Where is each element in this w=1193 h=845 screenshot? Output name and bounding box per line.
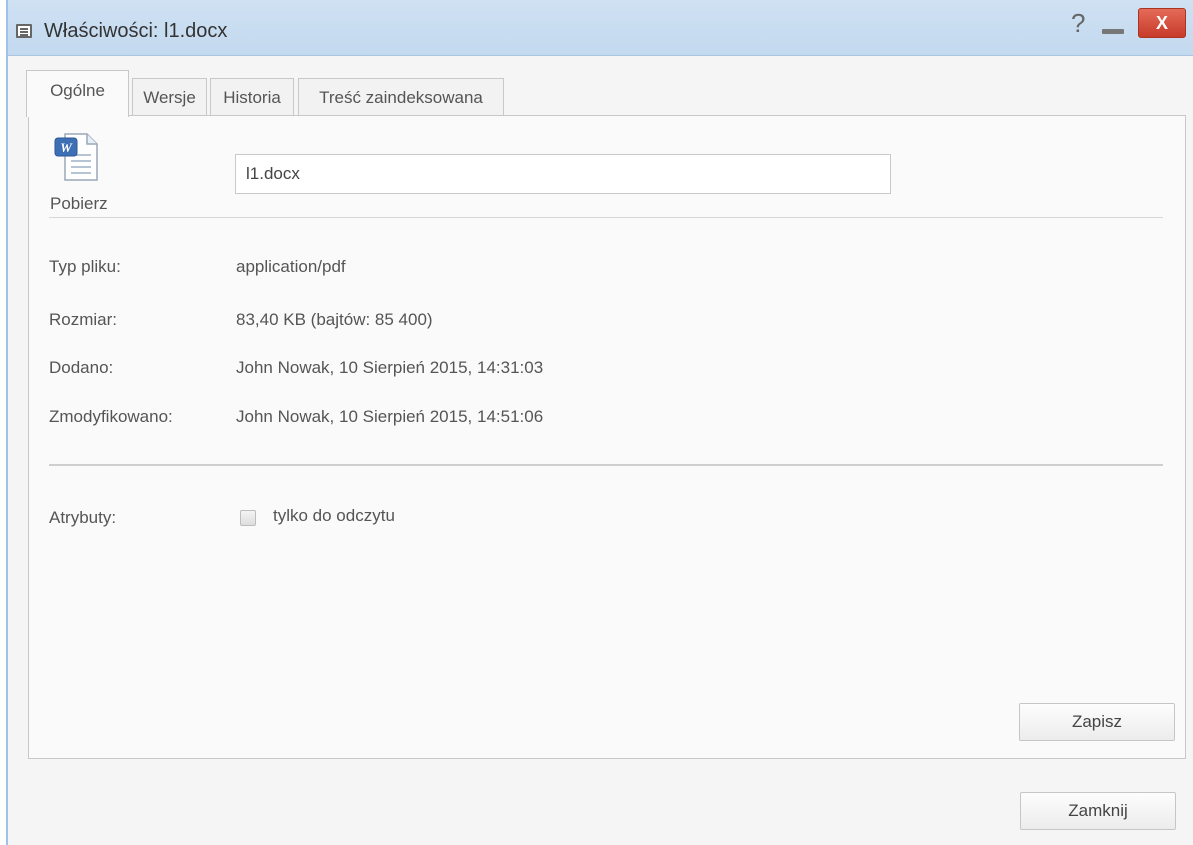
close-window-button[interactable]: X (1138, 8, 1186, 38)
size-value: 83,40 KB (bajtów: 85 400) (236, 310, 433, 329)
properties-window: Właściwości: l1.docx ? X Ogólne Wersje H… (6, 0, 1193, 845)
window-title: Właściwości: l1.docx (44, 20, 228, 42)
save-button[interactable]: Zapisz (1019, 703, 1175, 741)
attributes-label: Atrybuty: (49, 508, 117, 527)
minimize-icon[interactable] (1100, 14, 1128, 38)
divider (49, 464, 1163, 466)
size-label: Rozmiar: (49, 310, 118, 329)
modified-label: Zmodyfikowano: (49, 407, 173, 426)
readonly-checkbox-label[interactable]: tylko do odczytu (273, 506, 395, 526)
title-bar[interactable]: Właściwości: l1.docx ? X (8, 0, 1193, 56)
word-document-icon[interactable]: W (51, 130, 101, 184)
general-panel: W Pobierz Typ pliku: application/pdf Roz… (28, 115, 1186, 759)
added-value: John Nowak, 10 Sierpień 2015, 14:31:03 (236, 358, 544, 377)
tab-history[interactable]: Historia (210, 78, 294, 116)
tab-versions[interactable]: Wersje (132, 78, 207, 116)
file-name-input[interactable] (235, 154, 891, 194)
file-type-label: Typ pliku: (49, 257, 121, 276)
tab-indexed-content[interactable]: Treść zaindeksowana (298, 78, 504, 116)
tab-general[interactable]: Ogólne (26, 70, 129, 117)
file-type-value: application/pdf (236, 257, 346, 276)
properties-icon (16, 24, 32, 38)
close-button[interactable]: Zamknij (1020, 792, 1176, 830)
added-label: Dodano: (49, 358, 114, 377)
svg-text:W: W (60, 140, 73, 155)
download-link[interactable]: Pobierz (50, 194, 108, 214)
help-icon[interactable]: ? (1071, 8, 1085, 38)
modified-value: John Nowak, 10 Sierpień 2015, 14:51:06 (236, 407, 544, 426)
readonly-checkbox[interactable] (240, 510, 256, 526)
divider (49, 217, 1163, 218)
